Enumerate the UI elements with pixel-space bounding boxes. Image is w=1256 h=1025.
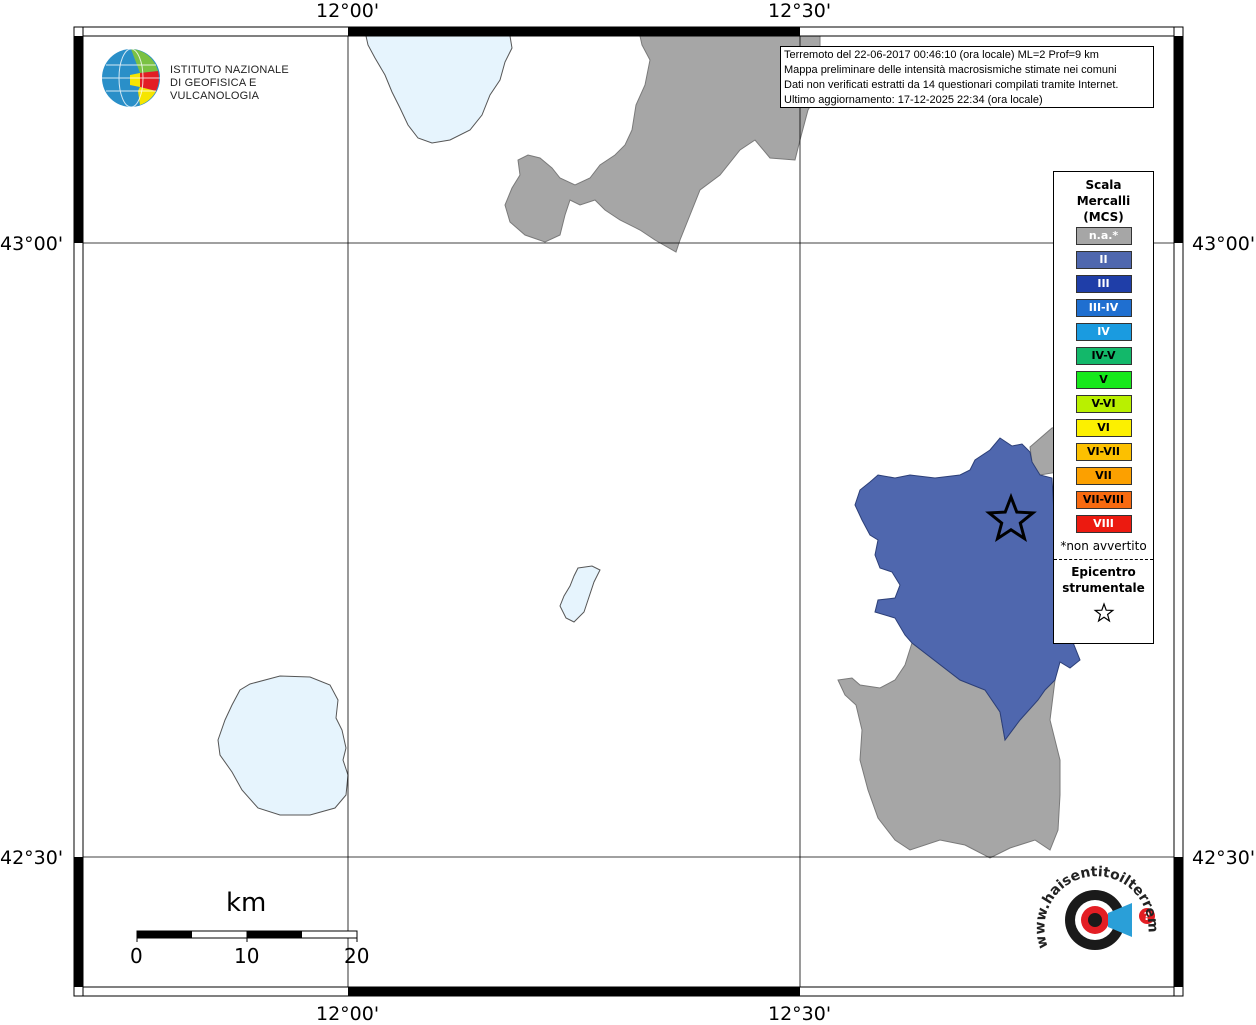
lat-label-left-1: 43°00' xyxy=(0,233,64,255)
scale-tick-0: 0 xyxy=(130,944,143,968)
legend-item: III-IV xyxy=(1075,299,1132,317)
lon-label-bottom-1: 12°00' xyxy=(316,1003,380,1025)
event-info-box: Terremoto del 22-06-2017 00:46:10 (ora l… xyxy=(780,46,1154,108)
legend-epicenter-line1: Epicentro xyxy=(1071,565,1136,579)
legend-item: VI-VII xyxy=(1075,443,1132,461)
ingv-name-line1: ISTITUTO NAZIONALE xyxy=(170,64,289,76)
legend-item: V-VI xyxy=(1075,395,1132,413)
event-info-line2: Mappa preliminare delle intensità macros… xyxy=(784,64,1117,76)
scale-unit-label: km xyxy=(226,888,267,918)
legend-item: n.a.* xyxy=(1075,227,1132,245)
lon-label-bottom-2: 12°30' xyxy=(768,1003,832,1025)
event-info-line3: Dati non verificati estratti da 14 quest… xyxy=(784,79,1119,91)
legend-item: II xyxy=(1075,251,1132,269)
lat-label-right-2: 42°30' xyxy=(1192,847,1256,869)
legend-item: VIII xyxy=(1075,515,1132,533)
haisentito-logo: ? www.haisentitoilterremoto.it xyxy=(1025,853,1165,975)
scale-tick-20: 20 xyxy=(344,944,370,968)
ingv-name-line2: DI GEOFISICA E VULCANOLOGIA xyxy=(170,77,260,102)
legend-title-line3: (MCS) xyxy=(1083,210,1124,224)
legend-epicenter-label: Epicentro strumentale xyxy=(1054,564,1153,596)
legend-items: n.a.* II III III-IV IV IV-V V V-VI VI VI-VII VII VI… xyxy=(1054,227,1153,533)
legend-divider xyxy=(1054,559,1153,560)
lon-label-top-1: 12°00' xyxy=(316,0,380,22)
legend-title-line2: Mercalli xyxy=(1076,194,1131,208)
lat-label-right-1: 43°00' xyxy=(1192,233,1256,255)
legend-item: VI xyxy=(1075,419,1132,437)
legend-item: IV xyxy=(1075,323,1132,341)
scale-tick-10: 10 xyxy=(234,944,260,968)
legend-item: VII-VIII xyxy=(1075,491,1132,509)
legend-item: IV-V xyxy=(1075,347,1132,365)
legend-item: V xyxy=(1075,371,1132,389)
legend-title: Scala Mercalli (MCS) xyxy=(1054,177,1153,225)
legend-note: *non avvertito xyxy=(1060,539,1147,553)
legend-epicenter-line2: strumentale xyxy=(1062,581,1145,595)
legend-item: III xyxy=(1075,275,1132,293)
legend-title-line1: Scala xyxy=(1085,178,1122,192)
lon-label-top-2: 12°30' xyxy=(768,0,832,22)
mcs-legend: Scala Mercalli (MCS) n.a.* II III III-IV IV I… xyxy=(1053,171,1154,644)
event-info-line4: Ultimo aggiornamento: 17-12-2025 22:34 (… xyxy=(784,94,1043,106)
ingv-globe-icon xyxy=(102,48,160,108)
legend-star-icon xyxy=(1054,602,1153,628)
event-info-line1: Terremoto del 22-06-2017 00:46:10 (ora l… xyxy=(784,49,1099,61)
lat-label-left-2: 42°30' xyxy=(0,847,64,869)
ingv-logo: ISTITUTO NAZIONALE DI GEOFISICA E VULCAN… xyxy=(100,47,320,111)
legend-item: VII xyxy=(1075,467,1132,485)
